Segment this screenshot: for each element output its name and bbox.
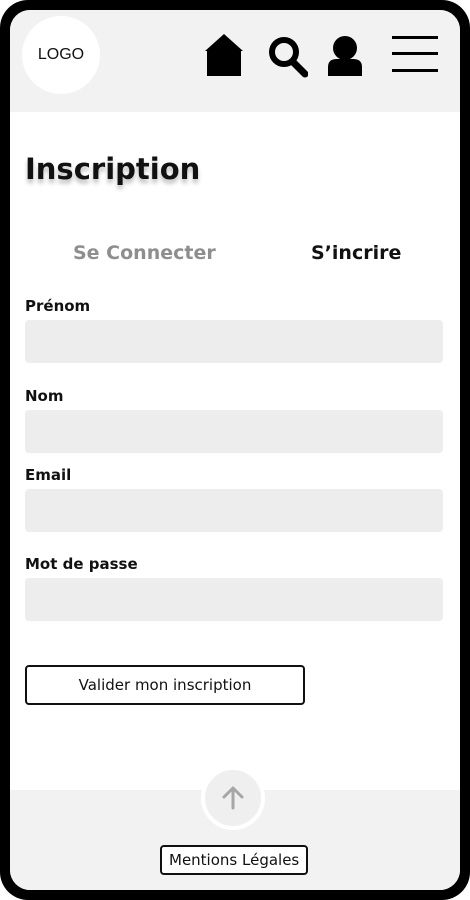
arrow-up-icon [222,786,244,810]
user-icon[interactable] [328,36,362,76]
home-icon[interactable] [205,34,243,76]
logo[interactable]: LOGO [22,16,100,94]
device-frame: LOGO Inscription Se Connecter S’incrire [0,0,470,900]
submit-button[interactable]: Valider mon inscription [25,665,305,705]
screen: LOGO Inscription Se Connecter S’incrire [10,10,460,890]
last-name-field[interactable] [25,410,443,453]
page-title: Inscription [25,152,201,186]
email-field[interactable] [25,489,443,532]
last-name-label: Nom [25,387,64,405]
header: LOGO [10,10,460,112]
search-icon[interactable] [268,36,308,78]
menu-icon[interactable] [392,36,438,72]
tab-login[interactable]: Se Connecter [73,242,216,264]
scroll-top-button[interactable] [201,766,265,830]
first-name-label: Prénom [25,297,91,315]
email-label: Email [25,466,72,484]
tab-signup[interactable]: S’incrire [311,242,401,264]
password-field[interactable] [25,578,443,621]
password-label: Mot de passe [25,555,138,573]
first-name-field[interactable] [25,320,443,363]
legal-notice-link[interactable]: Mentions Légales [160,845,309,875]
